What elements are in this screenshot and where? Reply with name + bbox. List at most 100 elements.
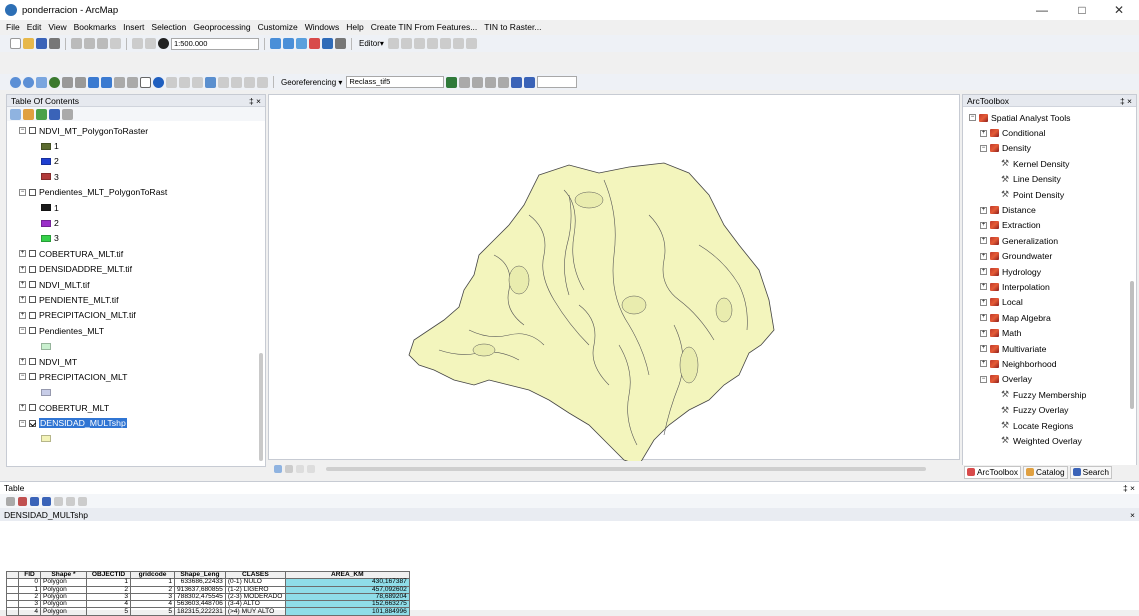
table-pin-close[interactable]: ‡ × [1123,483,1135,493]
view-link-table-icon[interactable] [511,76,523,88]
arctoolbox-icon[interactable] [309,38,320,49]
toc-layer-row[interactable]: + DENSIDADDRE_MLT.tif [7,262,265,277]
layer-visibility-checkbox[interactable] [29,281,36,289]
minimize-button[interactable]: — [1022,0,1062,20]
toolset-item[interactable]: + Local [963,295,1136,310]
toolset-item[interactable]: + Distance [963,202,1136,217]
redo-icon[interactable] [145,38,156,49]
collapse-icon[interactable]: − [980,375,987,383]
expand-icon[interactable]: + [980,221,987,229]
table-cell[interactable]: 4 [18,607,41,616]
layer-name[interactable]: NDVI_MT [39,357,77,367]
toc-legend-row[interactable]: 2 [7,154,265,169]
tool-item[interactable]: ⚒ Fuzzy Membership [963,387,1136,402]
refresh-icon[interactable] [296,464,304,473]
modelbuilder-icon[interactable] [335,38,346,49]
expand-icon[interactable]: + [980,360,987,368]
table-cell[interactable]: 152,663275 [284,600,410,609]
menu-item-file[interactable]: File [6,22,20,32]
toc-layer-row[interactable]: − Pendientes_MLT [7,323,265,338]
clear-table-selection-icon[interactable] [54,496,63,506]
layer-visibility-checkbox[interactable] [29,311,36,319]
attributes-icon[interactable] [452,38,464,49]
identify-icon[interactable] [153,76,164,88]
layer-name[interactable]: PRECIPITACION_MLT [39,372,128,382]
menu-item-selection[interactable]: Selection [151,22,186,32]
layout-view-icon[interactable] [285,464,293,473]
layer-visibility-checkbox[interactable] [29,188,36,196]
toc-legend-row[interactable] [7,431,265,446]
layer-name[interactable]: PENDIENTE_MLT.tif [39,295,119,305]
expand-icon[interactable]: + [980,129,987,137]
toolset-item[interactable]: + Extraction [963,218,1136,233]
list-by-drawing-order-icon[interactable] [10,108,21,120]
menu-item-insert[interactable]: Insert [123,22,144,32]
table-cell[interactable]: (3-4) ALTO [224,600,286,609]
menu-item-edit[interactable]: Edit [27,22,42,32]
maximize-button[interactable]: □ [1062,0,1102,20]
time-slider-icon[interactable] [244,76,255,88]
toc-scrollbar[interactable] [259,353,263,461]
legend-swatch[interactable] [41,388,51,396]
tool-item[interactable]: ⚒ Weighted Overlay [963,433,1136,448]
table-cell[interactable]: 182315,222231 [174,607,226,616]
collapse-icon[interactable]: − [19,127,26,135]
split-tool-icon[interactable] [439,38,451,49]
new-document-icon[interactable] [10,38,21,49]
toolbox-scrollbar[interactable] [1130,281,1134,409]
toc-layer-row[interactable]: − PRECIPITACION_MLT [7,369,265,384]
link-table-icon[interactable] [498,76,510,88]
expand-icon[interactable]: + [980,283,987,291]
legend-swatch[interactable] [41,204,51,212]
switch-selection-icon[interactable] [42,496,51,506]
tool-item[interactable]: ⚒ Kernel Density [963,156,1136,171]
collapse-icon[interactable]: − [969,114,976,122]
collapse-icon[interactable]: − [980,144,987,152]
table-cell[interactable]: Polygon [40,600,87,609]
expand-icon[interactable]: + [980,237,987,245]
expand-icon[interactable]: + [19,281,26,289]
layer-name[interactable]: NDVI_MLT.tif [39,280,90,290]
copy-icon[interactable] [84,38,95,49]
pause-icon[interactable] [307,464,315,473]
toc-layer-row[interactable]: + NDVI_MLT.tif [7,277,265,292]
select-by-attributes-icon[interactable] [30,496,39,506]
table-options-icon[interactable] [6,496,15,506]
fit-to-display-icon[interactable] [446,76,458,88]
legend-swatch[interactable] [41,234,51,242]
list-by-source-icon[interactable] [23,108,34,120]
row-selector[interactable] [6,607,19,616]
layer-name[interactable]: Pendientes_MLT [39,326,104,336]
column-header[interactable] [6,570,19,580]
table-cell[interactable]: (0-1) NULO [224,578,286,587]
layer-visibility-checkbox[interactable] [29,419,36,427]
toc-legend-row[interactable]: 2 [7,215,265,230]
table-row[interactable]: 3 Polygon 4 4 563603,448706 (3-4) ALTO 152,663… [6,600,410,609]
table-cell[interactable]: 5 [130,607,175,616]
find-route-icon[interactable] [218,76,229,88]
collapse-icon[interactable]: − [19,327,26,335]
toolbox-pin-close[interactable]: ‡ × [1120,96,1132,106]
select-elements-icon[interactable] [140,76,151,88]
tool-item[interactable]: ⚒ Point Density [963,187,1136,202]
delete-selected-icon[interactable] [78,496,87,506]
sketch-properties-icon[interactable] [465,38,477,49]
layer-visibility-checkbox[interactable] [29,358,36,366]
back-extent-icon[interactable] [88,76,99,88]
viewer-icon[interactable] [524,76,536,88]
expand-icon[interactable]: + [980,345,987,353]
go-to-xy-icon[interactable] [231,76,242,88]
list-by-selection-icon[interactable] [49,108,60,120]
layer-name[interactable]: Pendientes_MLT_PolygonToRast [39,187,167,197]
toc-pin-close[interactable]: ‡ × [249,96,261,106]
expand-icon[interactable]: + [980,206,987,214]
fixed-zoom-out-icon[interactable] [75,76,86,88]
close-button[interactable]: ✕ [1099,0,1139,20]
data-view-icon[interactable] [274,464,282,473]
zoom-out-icon[interactable] [23,76,34,88]
toolset-item[interactable]: + Map Algebra [963,310,1136,325]
html-popup-icon[interactable] [179,76,190,88]
menu-item-bookmarks[interactable]: Bookmarks [74,22,117,32]
editor-menu[interactable]: Editor▾ [359,39,384,48]
table-row[interactable]: 4 Polygon 5 5 182315,222231 (>4) MUY ALTO 101,… [6,607,410,616]
